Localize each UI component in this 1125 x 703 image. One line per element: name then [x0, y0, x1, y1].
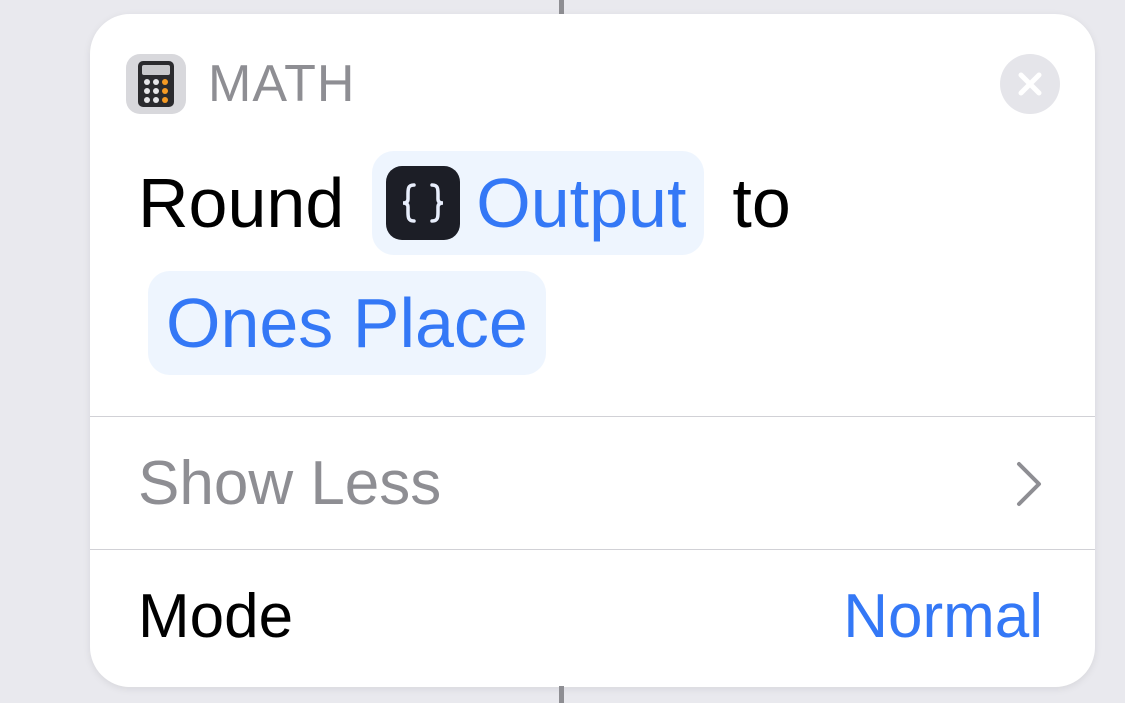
mode-value[interactable]: Normal [843, 551, 1043, 683]
divider-bottom [90, 549, 1095, 550]
show-less-row[interactable]: Show Less [90, 418, 1095, 550]
remove-action-button[interactable] [1000, 54, 1060, 114]
close-icon [1018, 72, 1042, 96]
action-card: MATH Round Output to Ones Place Show Les… [90, 14, 1095, 687]
mode-row[interactable]: Mode Normal [90, 551, 1095, 683]
action-header: MATH [126, 54, 355, 114]
show-less-label: Show Less [138, 449, 442, 518]
round-verb: Round [138, 164, 345, 242]
mode-label: Mode [138, 582, 294, 651]
sentence-line-1: Round Output to [138, 151, 1058, 255]
chevron-right-icon [1015, 460, 1043, 508]
action-sentence: Round Output to Ones Place [138, 151, 1058, 375]
action-category-label: MATH [208, 55, 356, 113]
output-variable-token[interactable]: Output [372, 151, 705, 255]
precision-token[interactable]: Ones Place [148, 271, 546, 375]
output-variable-label: Output [476, 164, 687, 242]
to-connector-word: to [732, 164, 791, 242]
precision-label: Ones Place [166, 284, 528, 362]
flow-connector-bottom [559, 686, 564, 703]
curly-braces-icon [386, 166, 461, 240]
calculator-icon [126, 54, 186, 114]
divider-top [90, 416, 1095, 417]
sentence-line-2: Ones Place [138, 271, 1058, 375]
